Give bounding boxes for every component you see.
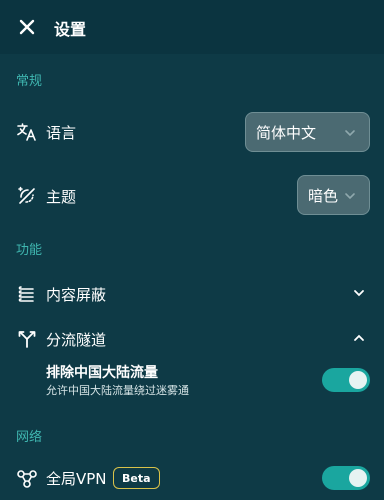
- language-select[interactable]: 简体中文: [245, 112, 370, 152]
- theme-icon: [16, 185, 38, 207]
- split-tunnel-collapse-button[interactable]: [349, 328, 369, 348]
- page-title: 设置: [54, 20, 87, 39]
- theme-label: 主题: [46, 188, 77, 206]
- split-icon: [16, 328, 38, 350]
- close-icon: [19, 19, 35, 35]
- section-general-label: 常规: [16, 74, 43, 89]
- close-button[interactable]: [15, 15, 39, 39]
- content-block-expand-button[interactable]: [349, 283, 369, 303]
- language-label: 语言: [46, 124, 77, 142]
- translate-icon: [16, 121, 38, 143]
- network-icon: [16, 467, 38, 489]
- chevron-down-icon: [345, 193, 355, 200]
- theme-select-value: 暗色: [308, 186, 339, 205]
- toggle-knob: [349, 469, 367, 487]
- split-tunnel-label: 分流隧道: [46, 331, 107, 349]
- global-vpn-label: 全局VPN: [46, 470, 107, 488]
- section-features-label: 功能: [16, 243, 43, 258]
- chevron-down-icon: [345, 130, 355, 137]
- global-vpn-toggle[interactable]: [322, 466, 370, 490]
- beta-badge: Beta: [113, 467, 160, 489]
- chevron-up-icon: [354, 334, 364, 341]
- content-block-label: 内容屏蔽: [46, 286, 107, 304]
- toggle-knob: [349, 371, 367, 389]
- filter-list-icon: [16, 283, 38, 305]
- theme-select[interactable]: 暗色: [297, 175, 370, 215]
- chevron-down-icon: [354, 290, 364, 297]
- exclude-china-description: 允许中国大陆流量绕过迷雾通: [46, 384, 189, 397]
- language-select-value: 简体中文: [256, 123, 317, 142]
- section-network-label: 网络: [16, 430, 43, 445]
- exclude-china-title: 排除中国大陆流量: [46, 365, 158, 381]
- exclude-china-toggle[interactable]: [322, 368, 370, 392]
- header-bar: 设置: [0, 0, 384, 54]
